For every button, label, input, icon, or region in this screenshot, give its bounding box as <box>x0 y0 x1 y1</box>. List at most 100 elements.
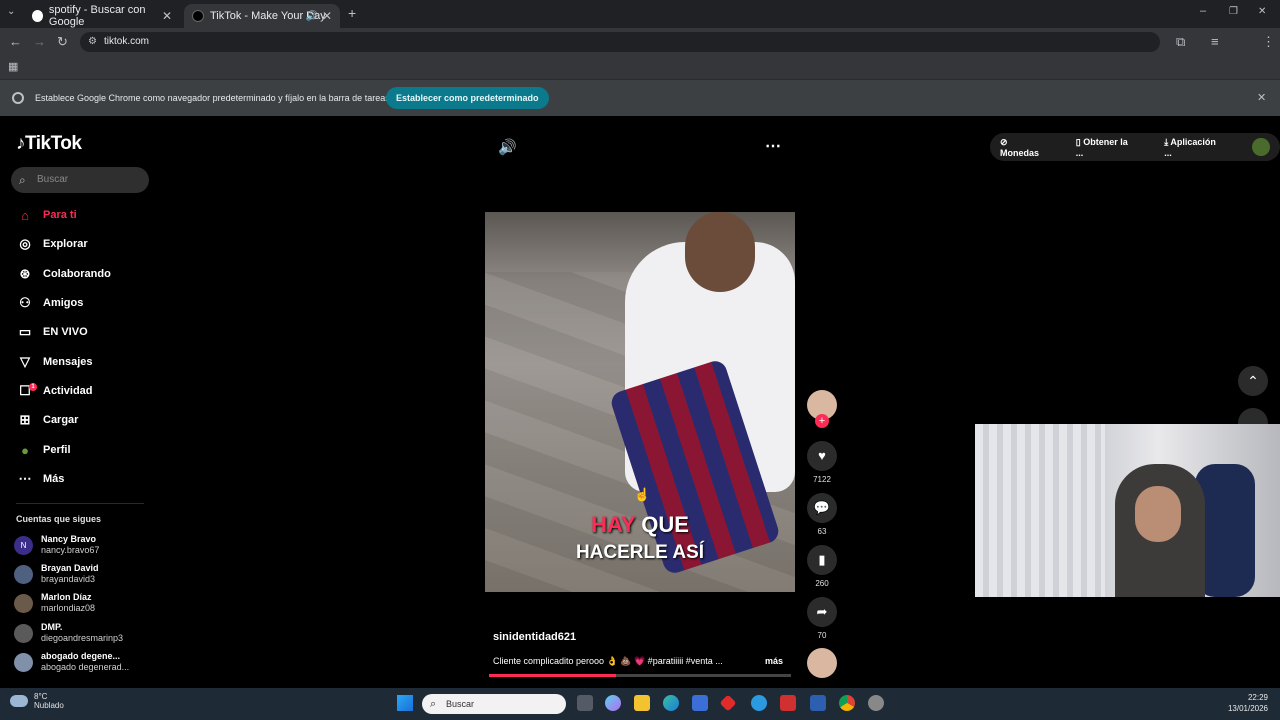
top-actions: ⊘ Monedas ▯ Obtener la ... ⤓ Aplicación … <box>990 133 1280 161</box>
tiktok-logo[interactable]: ♪TikTok <box>16 133 82 155</box>
account-handle: abogado degenerad... <box>41 662 130 672</box>
video-options-icon[interactable]: ⋯ <box>765 136 781 156</box>
nav-actividad[interactable]: ☐ 1 Actividad <box>15 379 155 403</box>
more-link[interactable]: más <box>765 656 783 666</box>
desktop-app-button[interactable]: ⤓ Aplicación ... <box>1164 137 1238 158</box>
following-account[interactable]: Marlon Díaz marlondiaz08 <box>14 590 95 616</box>
nav-label: Explorar <box>43 238 88 250</box>
chevron-up-icon: ⌃ <box>1247 373 1259 389</box>
file-explorer-icon[interactable] <box>634 695 650 711</box>
media-control-icon[interactable]: ≡ <box>1211 34 1219 49</box>
store-icon[interactable] <box>692 695 708 711</box>
nav-para-ti[interactable]: ⌂ Para ti <box>15 203 155 227</box>
get-app-label: Obtener la ... <box>1075 136 1128 158</box>
logo-text: TikTok <box>25 133 82 154</box>
nav-label: Actividad <box>43 385 93 397</box>
apps-grid-icon[interactable]: ▦ <box>8 60 18 73</box>
nav-mas[interactable]: ⋯ Más <box>15 467 155 491</box>
close-tab-icon[interactable]: ✕ <box>322 9 332 23</box>
home-icon: ⌂ <box>21 207 29 223</box>
close-infobar-icon[interactable]: ✕ <box>1257 91 1266 104</box>
infobar-message: Establece Google Chrome como navegador p… <box>35 93 390 103</box>
tiktok-favicon-icon <box>192 10 204 22</box>
system-clock[interactable]: 22:29 13/01/2026 <box>1220 692 1268 714</box>
forward-icon[interactable]: → <box>33 34 46 49</box>
speaker-icon[interactable]: 🔊 <box>306 11 318 22</box>
video-username[interactable]: sinidentidad621 <box>493 631 576 643</box>
bookmark-icon[interactable]: ▮ <box>807 545 837 575</box>
reload-icon[interactable]: ↻ <box>57 34 68 50</box>
app-shield-icon[interactable] <box>780 695 796 711</box>
like-action[interactable]: ♥ 7122 <box>806 441 838 484</box>
nav-en-vivo[interactable]: ▭ EN VIVO <box>15 320 155 344</box>
search-icon: ⌕ <box>19 173 26 187</box>
desktop-app-label: Aplicación ... <box>1164 136 1216 158</box>
following-account[interactable]: DMP. diegoandresmarinp3 <box>14 620 123 646</box>
comment-count: 63 <box>817 527 827 536</box>
tab-tiktok[interactable]: TikTok - Make Your Day 🔊 ✕ <box>184 4 340 28</box>
share-action[interactable]: ➦ 70 <box>806 597 838 640</box>
chrome-taskbar-icon[interactable] <box>839 695 855 711</box>
tiktok-note-icon: ♪ <box>16 133 26 154</box>
cloud-icon <box>10 695 28 707</box>
video-progress-bar[interactable] <box>489 674 791 677</box>
nav-perfil[interactable]: ● Perfil <box>15 438 155 462</box>
get-app-button[interactable]: ▯ Obtener la ... <box>1076 137 1150 158</box>
app-gray-icon[interactable] <box>868 695 884 711</box>
profile-icon: ● <box>21 442 29 458</box>
outlook-icon[interactable] <box>810 695 826 711</box>
site-info-icon[interactable]: ⚙ <box>88 32 97 52</box>
address-bar[interactable]: ⚙ tiktok.com <box>80 32 1160 52</box>
nav-label: Amigos <box>43 297 84 309</box>
avatar <box>14 593 33 613</box>
coins-button[interactable]: ⊘ Monedas <box>1000 137 1062 158</box>
minimize-icon[interactable]: – <box>1200 5 1206 17</box>
following-account[interactable]: Brayan David brayandavid3 <box>14 561 99 587</box>
following-account[interactable]: abogado degene... abogado degenerad... <box>14 649 129 675</box>
app-blue-icon[interactable] <box>751 695 767 711</box>
nav-amigos[interactable]: ⚇ Amigos <box>15 291 155 315</box>
sidebar-divider <box>16 503 144 504</box>
comment-icon[interactable]: 💬 <box>807 493 837 523</box>
tab-spotify[interactable]: spotify - Buscar con Google ✕ <box>24 4 180 28</box>
video-progress-fill <box>489 674 616 677</box>
comment-action[interactable]: 💬 63 <box>806 493 838 536</box>
taskbar-search[interactable]: ⌕ Buscar <box>422 694 566 714</box>
tab-search-icon[interactable]: ⌄ <box>7 6 15 17</box>
weather-widget[interactable]: 8°C Nublado <box>10 692 64 710</box>
video-description: Cliente complicadito perooo 👌 💩 💗 #parat… <box>493 656 723 666</box>
previous-video-button[interactable]: ⌃ <box>1238 366 1268 396</box>
nav-cargar[interactable]: ⊞ Cargar <box>15 408 155 432</box>
following-account[interactable]: N Nancy Bravo nancy.bravo67 <box>14 532 99 558</box>
task-view-icon[interactable] <box>577 695 593 711</box>
back-icon[interactable]: ← <box>9 34 22 49</box>
share-icon[interactable]: ➦ <box>807 597 837 627</box>
close-tab-icon[interactable]: ✕ <box>162 9 172 23</box>
restore-icon[interactable]: ❐ <box>1229 6 1238 17</box>
edge-icon[interactable] <box>663 695 679 711</box>
nav-colaborando[interactable]: ⊛ Colaborando <box>15 262 155 286</box>
copilot-icon[interactable] <box>605 695 621 711</box>
nav-mensajes[interactable]: ▽ Mensajes <box>15 350 155 374</box>
video-player[interactable]: HAY QUE HACERLE ASÍ <box>485 212 795 592</box>
heart-icon[interactable]: ♥ <box>807 441 837 471</box>
follow-plus-icon[interactable]: + <box>815 414 829 428</box>
windows-start-icon[interactable] <box>397 695 413 711</box>
volume-icon[interactable]: 🔊 <box>498 138 517 156</box>
nav-explorar[interactable]: ◎ Explorar <box>15 232 155 256</box>
save-action[interactable]: ▮ 260 <box>806 545 838 588</box>
new-tab-icon[interactable]: + <box>348 5 356 21</box>
like-count: 7122 <box>813 475 831 484</box>
chrome-menu-icon[interactable]: ⋮ <box>1262 34 1275 50</box>
user-avatar[interactable] <box>1252 138 1270 156</box>
account-name: DMP. <box>41 622 63 632</box>
extensions-icon[interactable]: ⧉ <box>1176 34 1185 50</box>
tab-title: spotify - Buscar con Google <box>48 4 146 28</box>
set-default-button[interactable]: Establecer como predeterminado <box>386 87 549 109</box>
avatar: N <box>14 535 33 555</box>
default-browser-infobar: Establece Google Chrome como navegador p… <box>0 80 1280 116</box>
search-input[interactable]: ⌕ Buscar <box>11 167 149 193</box>
music-disc-icon[interactable] <box>807 648 837 678</box>
caption-text: QUE <box>641 512 689 537</box>
close-window-icon[interactable]: ✕ <box>1258 6 1266 17</box>
